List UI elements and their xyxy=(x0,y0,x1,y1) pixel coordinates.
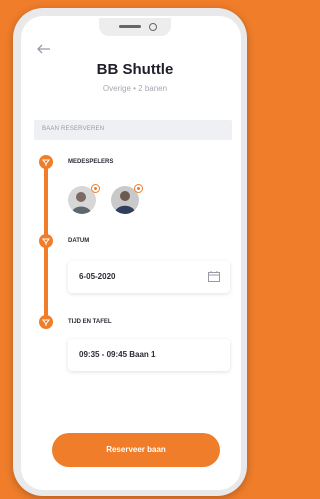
calendar-icon[interactable] xyxy=(208,271,220,282)
remove-player-badge[interactable] xyxy=(134,184,143,193)
reserve-button-label: Reserveer baan xyxy=(106,445,166,454)
phone-notch xyxy=(99,18,171,36)
page-subtitle: Overige • 2 banen xyxy=(102,84,168,93)
shuttlecock-icon xyxy=(42,319,50,326)
date-value: 6-05-2020 xyxy=(79,272,116,281)
page-title: BB Shuttle xyxy=(96,61,174,78)
timeline-step-date xyxy=(39,234,53,248)
time-value: 09:35 - 09:45 Baan 1 xyxy=(79,350,156,359)
section-title: BAAN RESERVEREN xyxy=(42,126,105,132)
time-field[interactable]: 09:35 - 09:45 Baan 1 xyxy=(68,339,230,371)
reserve-button[interactable]: Reserveer baan xyxy=(52,433,220,467)
speaker xyxy=(119,25,141,28)
camera-icon xyxy=(149,23,157,31)
time-label: TIJD EN TAFEL xyxy=(68,319,112,325)
timeline-step-time xyxy=(39,315,53,329)
shuttlecock-icon xyxy=(42,159,50,166)
timeline-step-players xyxy=(39,155,53,169)
date-label: DATUM xyxy=(68,238,90,244)
remove-player-badge[interactable] xyxy=(91,184,100,193)
shuttlecock-icon xyxy=(42,238,50,245)
section-header: BAAN RESERVEREN xyxy=(34,120,232,140)
players-label: MEDESPELERS xyxy=(68,159,114,165)
date-field[interactable]: 6-05-2020 xyxy=(68,261,230,293)
back-arrow-icon[interactable] xyxy=(37,44,51,54)
